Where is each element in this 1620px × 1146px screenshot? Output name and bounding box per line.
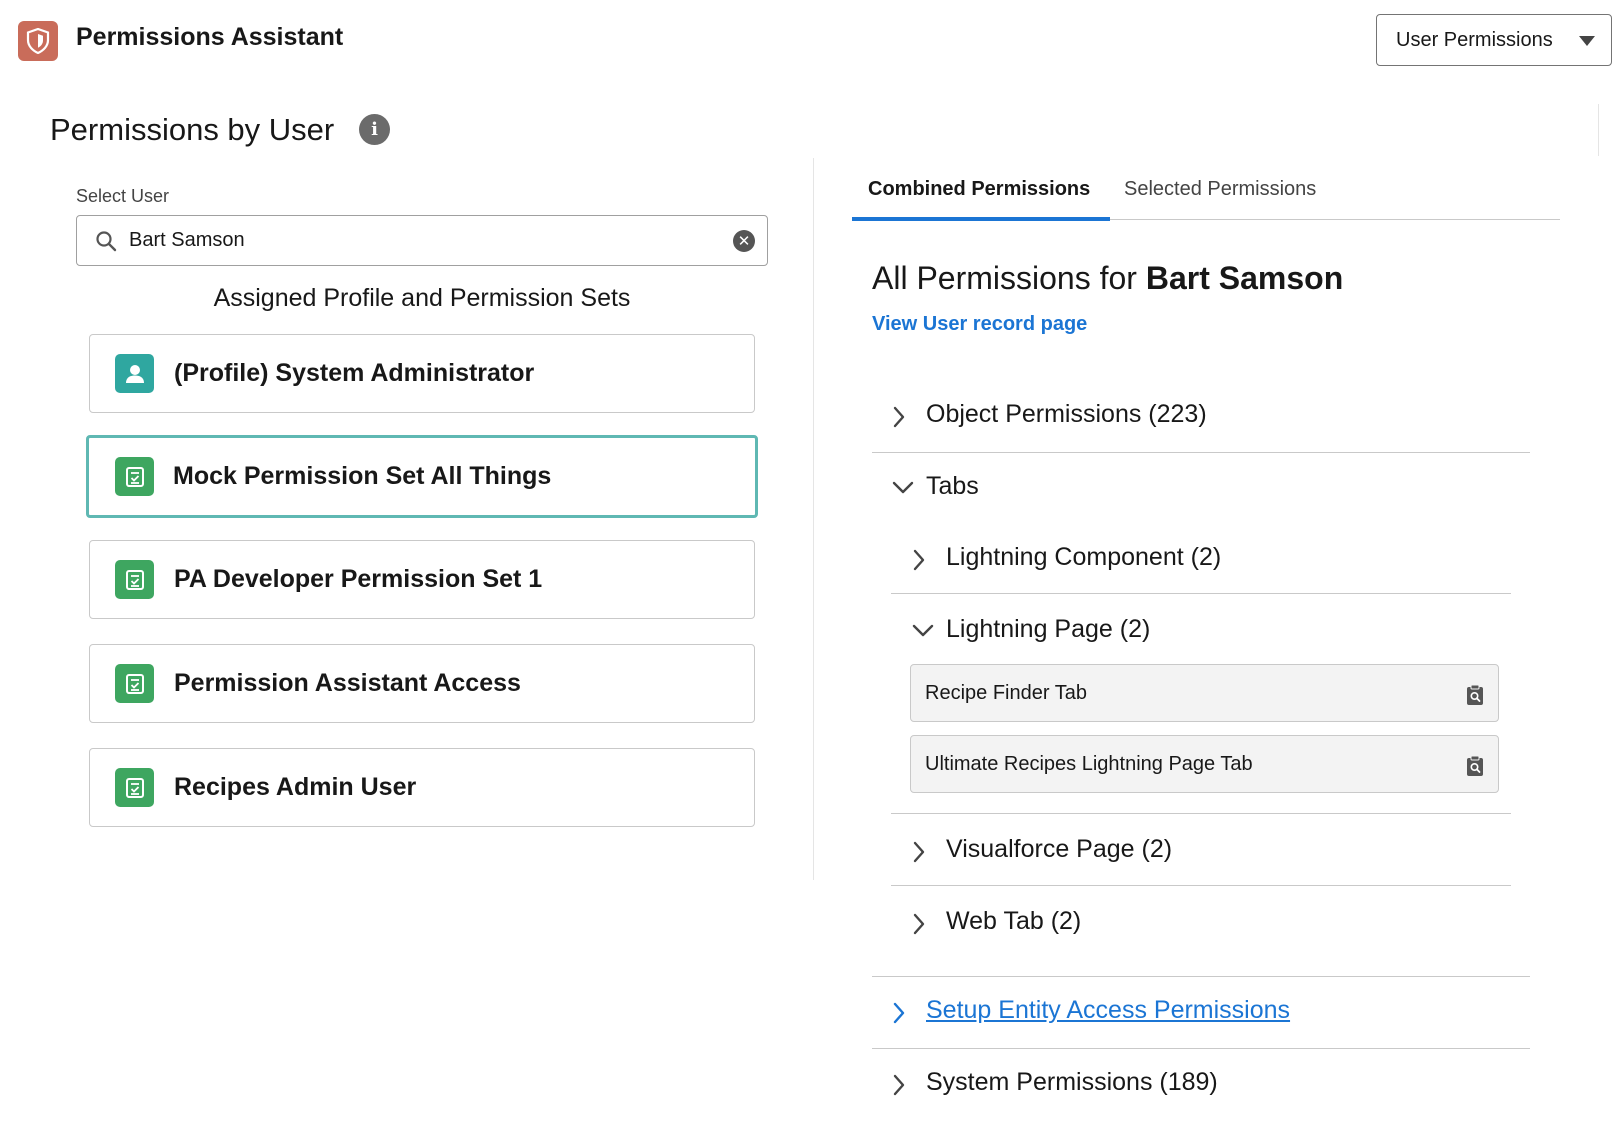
app-title: Permissions Assistant	[76, 23, 344, 51]
assigned-item-mock-permission-set[interactable]: Mock Permission Set All Things	[86, 435, 758, 518]
assigned-item-label: (Profile) System Administrator	[174, 359, 535, 387]
section-tabs[interactable]: Tabs	[890, 472, 1530, 504]
clipboard-search-icon[interactable]	[1465, 684, 1485, 706]
section-object-permissions[interactable]: Object Permissions (223)	[890, 400, 1530, 432]
permission-set-icon	[115, 768, 154, 807]
divider	[891, 593, 1511, 594]
clipboard-search-icon[interactable]	[1465, 755, 1485, 777]
details-heading: All Permissions for Bart Samson	[872, 260, 1343, 297]
page-title: Permissions by User	[50, 112, 335, 147]
chevron-down-icon	[912, 624, 934, 637]
user-search-input[interactable]: Bart Samson ✕	[76, 215, 768, 266]
section-system-permissions[interactable]: System Permissions (189)	[890, 1068, 1530, 1100]
user-search-value: Bart Samson	[129, 229, 245, 251]
column-divider	[813, 158, 814, 880]
subsection-web-tab[interactable]: Web Tab (2)	[910, 907, 1510, 939]
permission-item-label: Ultimate Recipes Lightning Page Tab	[925, 753, 1253, 775]
assigned-item-label: Mock Permission Set All Things	[173, 462, 552, 490]
divider	[891, 885, 1511, 886]
divider	[872, 452, 1530, 453]
subsection-label: Web Tab (2)	[946, 907, 1082, 935]
subsection-lightning-component[interactable]: Lightning Component (2)	[910, 543, 1510, 575]
subsection-label: Visualforce Page (2)	[946, 835, 1173, 863]
assigned-item-profile[interactable]: (Profile) System Administrator	[89, 334, 755, 413]
active-tab-indicator	[852, 217, 1110, 221]
info-icon[interactable]: i	[359, 114, 390, 145]
details-user-name: Bart Samson	[1145, 260, 1344, 296]
chevron-right-icon	[913, 913, 925, 935]
chevron-right-icon	[913, 549, 925, 571]
search-icon	[95, 230, 117, 257]
assigned-item-label: Permission Assistant Access	[174, 669, 521, 697]
section-label: Setup Entity Access Permissions	[926, 996, 1291, 1024]
divider	[872, 976, 1530, 977]
permission-set-icon	[115, 664, 154, 703]
divider	[1598, 104, 1599, 156]
subsection-visualforce-page[interactable]: Visualforce Page (2)	[910, 835, 1510, 867]
tab-selected-permissions[interactable]: Selected Permissions	[1124, 178, 1316, 201]
permission-item-recipe-finder-tab[interactable]: Recipe Finder Tab	[910, 664, 1499, 722]
divider	[891, 813, 1511, 814]
assigned-item-label: Recipes Admin User	[174, 773, 417, 801]
assigned-item-recipes-admin[interactable]: Recipes Admin User	[89, 748, 755, 827]
section-label: Tabs	[926, 472, 979, 500]
permissions-tabs: Combined Permissions Selected Permission…	[852, 168, 1560, 221]
divider	[872, 1048, 1530, 1049]
permission-item-label: Recipe Finder Tab	[925, 682, 1087, 704]
select-user-label: Select User	[76, 186, 170, 206]
subsection-label: Lightning Page (2)	[946, 615, 1151, 643]
section-label: System Permissions (189)	[926, 1068, 1218, 1096]
subsection-lightning-page[interactable]: Lightning Page (2)	[910, 615, 1510, 647]
view-user-record-link[interactable]: View User record page	[872, 313, 1087, 336]
permission-item-ultimate-recipes-tab[interactable]: Ultimate Recipes Lightning Page Tab	[910, 735, 1499, 793]
permission-set-icon	[115, 560, 154, 599]
assigned-heading: Assigned Profile and Permission Sets	[213, 284, 631, 312]
view-select[interactable]: User Permissions	[1376, 14, 1612, 66]
subsection-label: Lightning Component (2)	[946, 543, 1222, 571]
chevron-down-icon	[892, 481, 914, 494]
permission-set-icon	[115, 457, 154, 496]
section-label: Object Permissions (223)	[926, 400, 1207, 428]
assigned-item-pa-developer[interactable]: PA Developer Permission Set 1	[89, 540, 755, 619]
user-profile-icon	[115, 354, 154, 393]
details-heading-prefix: All Permissions for	[872, 260, 1146, 296]
clear-icon[interactable]: ✕	[733, 230, 755, 252]
section-setup-entity-access[interactable]: Setup Entity Access Permissions	[890, 996, 1530, 1028]
caret-down-icon	[1579, 36, 1595, 46]
chevron-right-icon	[893, 1002, 905, 1024]
assigned-item-label: PA Developer Permission Set 1	[174, 565, 543, 593]
view-select-value: User Permissions	[1396, 28, 1553, 51]
chevron-right-icon	[913, 841, 925, 863]
chevron-right-icon	[893, 406, 905, 428]
tab-combined-permissions[interactable]: Combined Permissions	[868, 178, 1090, 201]
chevron-right-icon	[893, 1074, 905, 1096]
assigned-item-permission-assistant-access[interactable]: Permission Assistant Access	[89, 644, 755, 723]
app-logo-icon	[18, 21, 58, 61]
